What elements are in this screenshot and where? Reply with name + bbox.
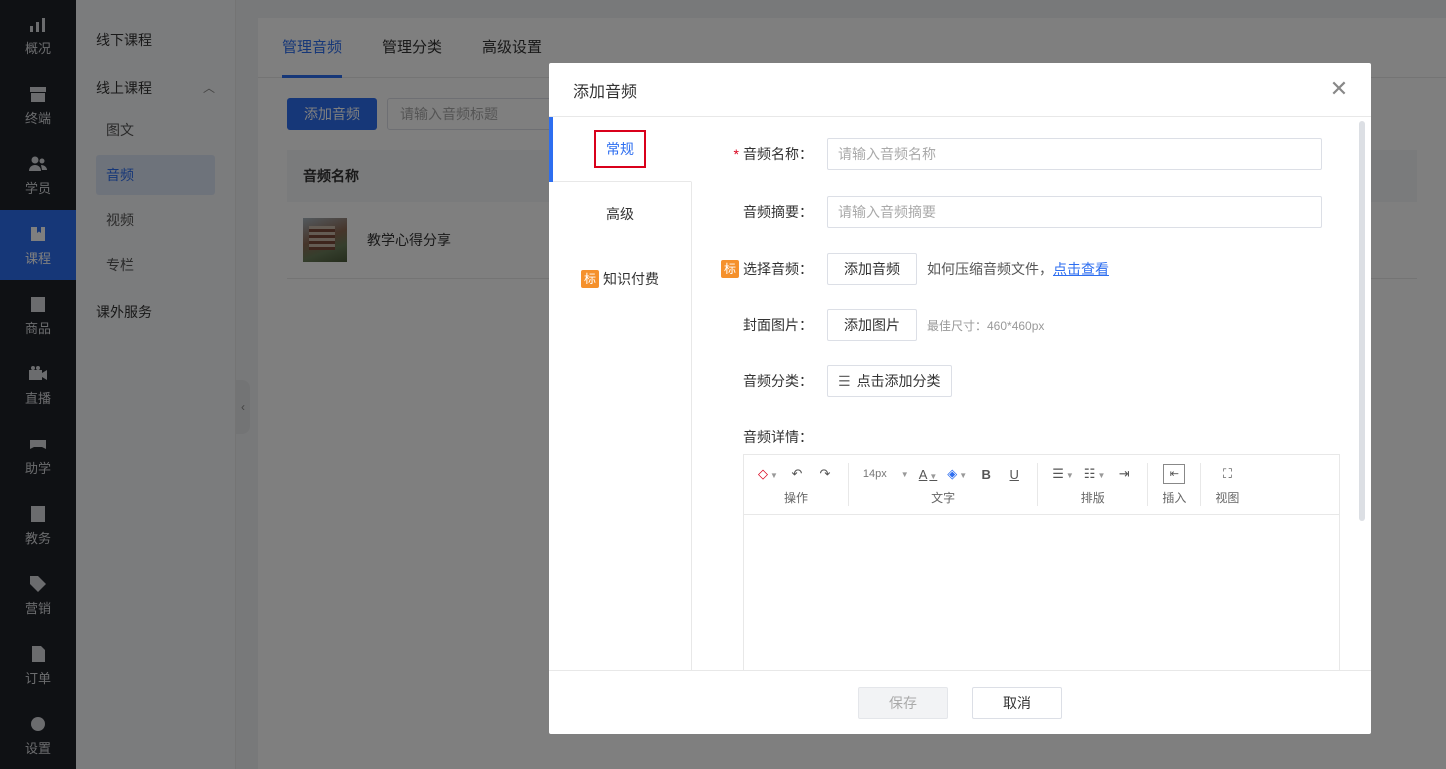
indent-icon[interactable]: ⇥ (1115, 466, 1133, 482)
form-row-cover: 封面图片： 添加图片 最佳尺寸：460*460px (692, 309, 1357, 341)
editor-content-area[interactable] (744, 515, 1339, 670)
audio-summary-input[interactable] (827, 196, 1322, 228)
side-tab-paid[interactable]: 标 知识付费 (549, 247, 691, 312)
summary-label: 音频摘要： (743, 204, 813, 220)
modal-footer: 保存 取消 (549, 670, 1371, 734)
audio-hint: 如何压缩音频文件，点击查看 (927, 259, 1109, 279)
eraser-icon[interactable]: ◇ ▼ (758, 466, 778, 482)
category-label: 音频分类： (743, 373, 813, 389)
side-tab-paid-label: 知识付费 (603, 271, 659, 287)
list-icon: ☰ (838, 372, 851, 389)
font-color-icon[interactable]: A ▼ (919, 467, 938, 482)
toolbar-label-text[interactable]: 文字 (931, 489, 955, 506)
insert-icon[interactable]: ⇤ (1163, 464, 1186, 484)
cover-label: 封面图片： (743, 317, 813, 333)
tag-badge-icon: 标 (721, 260, 739, 278)
modal-header: 添加音频 ✕ (549, 63, 1371, 117)
bold-icon[interactable]: B (977, 467, 995, 482)
editor-toolbar: ◇ ▼ ↶ ↷ 操作 14px ▼ A ▼ ◈ ▼ B U 文字 ☰ ▼ ☷ ▼… (744, 455, 1339, 515)
save-button[interactable]: 保存 (858, 686, 948, 719)
name-label-text: 音频名称： (743, 146, 813, 162)
form-row-name: * 音频名称： (692, 138, 1357, 170)
align-icon[interactable]: ☰ ▼ (1052, 466, 1074, 482)
toolbar-label-layout[interactable]: 排版 (1081, 489, 1105, 506)
general-form: *音频名称： 音频摘要： 标选择音频： 添加音频 如何压缩音频文件，点击查看 封… (692, 117, 1357, 670)
undo-icon[interactable]: ↶ (788, 466, 806, 482)
name-label: * 音频名称： (692, 144, 827, 164)
form-row-audio: 标选择音频： 添加音频 如何压缩音频文件，点击查看 (692, 253, 1357, 285)
side-tab-advanced[interactable]: 高级 (549, 182, 691, 247)
detail-label: 音频详情： (743, 429, 813, 445)
add-category-button[interactable]: ☰ 点击添加分类 (827, 365, 952, 397)
fullscreen-icon[interactable]: ⛶ (1218, 466, 1236, 482)
toolbar-group-insert: ⇤ 插入 (1148, 463, 1202, 506)
select-audio-button[interactable]: 添加音频 (827, 253, 917, 285)
audio-label-text: 选择音频： (743, 261, 813, 277)
form-row-detail: 音频详情： (692, 427, 1357, 447)
side-tab-general-label: 常规 (594, 130, 646, 168)
add-category-label: 点击添加分类 (856, 373, 941, 389)
audio-hint-text: 如何压缩音频文件， (927, 261, 1053, 277)
toolbar-group-actions: ◇ ▼ ↶ ↷ 操作 (744, 463, 849, 506)
font-size-value: 14px (862, 468, 887, 480)
modal-title: 添加音频 (573, 83, 638, 101)
audio-label: 标选择音频： (692, 259, 827, 279)
form-row-category: 音频分类： ☰ 点击添加分类 (692, 365, 1357, 397)
underline-icon[interactable]: U (1005, 467, 1023, 482)
cover-hint: 最佳尺寸：460*460px (927, 318, 1045, 333)
toolbar-label-insert[interactable]: 插入 (1162, 489, 1186, 506)
form-row-summary: 音频摘要： (692, 196, 1357, 228)
view-link[interactable]: 点击查看 (1053, 261, 1109, 277)
modal-scrollbar[interactable] (1359, 121, 1365, 521)
audio-name-input[interactable] (827, 138, 1322, 170)
toolbar-group-text: 14px ▼ A ▼ ◈ ▼ B U 文字 (849, 463, 1039, 506)
toolbar-group-view: ⛶ 视图 (1201, 463, 1253, 506)
toolbar-label-actions[interactable]: 操作 (784, 489, 808, 506)
add-audio-modal: 添加音频 ✕ 常规 高级 标 知识付费 *音频名称： 音频摘要： 标选择 (549, 63, 1371, 734)
highlight-color-icon[interactable]: ◈ ▼ (947, 466, 967, 482)
tag-badge-icon: 标 (581, 270, 599, 288)
cancel-button[interactable]: 取消 (972, 686, 1062, 719)
toolbar-group-layout: ☰ ▼ ☷ ▼ ⇥ 排版 (1038, 463, 1149, 506)
redo-icon[interactable]: ↷ (816, 466, 834, 482)
rich-text-editor: ◇ ▼ ↶ ↷ 操作 14px ▼ A ▼ ◈ ▼ B U 文字 ☰ ▼ ☷ ▼… (743, 454, 1340, 670)
font-size-select[interactable]: 14px ▼ (863, 468, 909, 480)
side-tab-general[interactable]: 常规 (549, 117, 692, 182)
add-image-button[interactable]: 添加图片 (827, 309, 917, 341)
close-icon[interactable]: ✕ (1327, 77, 1351, 101)
indent-list-icon[interactable]: ☷ ▼ (1084, 466, 1106, 482)
modal-side-tabs: 常规 高级 标 知识付费 (549, 117, 692, 670)
modal-body: 常规 高级 标 知识付费 *音频名称： 音频摘要： 标选择音频： 添加音频 如何… (549, 117, 1371, 670)
toolbar-label-view[interactable]: 视图 (1215, 489, 1239, 506)
required-mark: * (733, 146, 739, 162)
